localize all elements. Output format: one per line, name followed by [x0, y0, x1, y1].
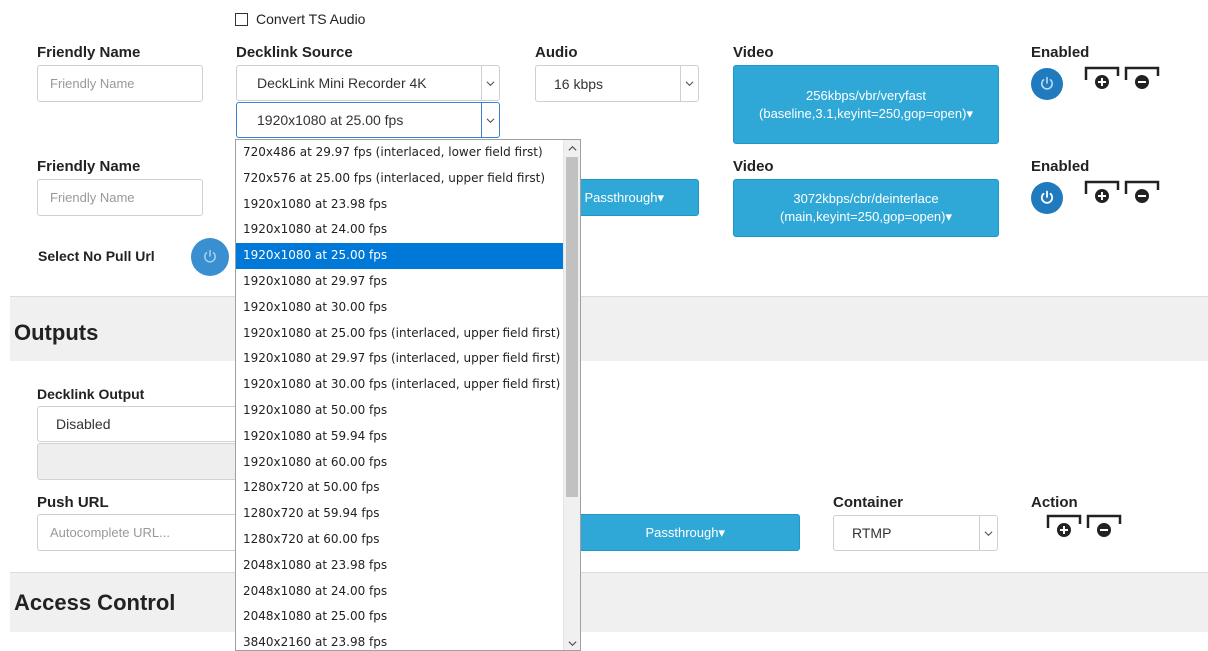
row-actions-1 [1084, 66, 1160, 90]
friendly-name-input-2[interactable]: Friendly Name [37, 179, 203, 216]
format-option[interactable]: 1920x1080 at 29.97 fps (interlaced, uppe… [236, 346, 563, 372]
select-no-pull-url-toggle[interactable] [191, 238, 229, 276]
decklink-output-select[interactable]: Disabled [37, 406, 247, 442]
add-row-icon[interactable] [1084, 66, 1120, 90]
chevron-down-icon [680, 66, 698, 101]
push-url-label: Push URL [37, 494, 109, 511]
power-icon [1040, 190, 1054, 204]
container-label: Container [833, 494, 904, 511]
add-row-icon[interactable] [1084, 180, 1120, 204]
scroll-down-icon[interactable] [568, 639, 577, 648]
chevron-down-icon [481, 66, 499, 100]
decklink-source-value: DeckLink Mini Recorder 4K [257, 75, 427, 91]
format-option[interactable]: 1920x1080 at 23.98 fps [236, 192, 563, 218]
enabled-label-1: Enabled [1031, 44, 1090, 61]
add-output-icon[interactable] [1046, 514, 1082, 538]
format-option[interactable]: 1920x1080 at 50.00 fps [236, 398, 563, 424]
enabled-toggle-1[interactable] [1031, 68, 1063, 100]
scrollbar-thumb[interactable] [566, 157, 578, 497]
format-option[interactable]: 1920x1080 at 59.94 fps [236, 424, 563, 450]
remove-output-icon[interactable] [1086, 514, 1122, 538]
audio-passthrough-label-2: Passthrough▾ [584, 189, 664, 205]
enabled-label-2: Enabled [1031, 158, 1090, 175]
format-option[interactable]: 1280x720 at 50.00 fps [236, 475, 563, 501]
video-label-1: Video [733, 44, 774, 61]
format-option[interactable]: 2048x1080 at 25.00 fps [236, 604, 563, 630]
video-profile-button-2[interactable]: 3072kbps/cbr/deinterlace (main,keyint=25… [733, 179, 999, 237]
convert-ts-audio[interactable]: Convert TS Audio [235, 11, 365, 27]
power-icon [204, 249, 216, 263]
friendly-name-placeholder-1: Friendly Name [50, 76, 135, 91]
format-option[interactable]: 3840x2160 at 23.98 fps [236, 630, 563, 650]
scroll-up-icon[interactable] [568, 144, 577, 153]
convert-ts-audio-label: Convert TS Audio [256, 11, 366, 27]
push-url-input[interactable]: Autocomplete URL... [37, 514, 247, 551]
friendly-name-input-1[interactable]: Friendly Name [37, 65, 203, 102]
chevron-down-icon [979, 516, 997, 550]
format-options: 720x486 at 29.97 fps (interlaced, lower … [236, 140, 563, 650]
decklink-output-label: Decklink Output [37, 386, 145, 402]
audio-select[interactable]: 16 kbps [535, 65, 699, 102]
video-profile-button-1[interactable]: 256kbps/vbr/veryfast (baseline,3.1,keyin… [733, 65, 999, 144]
friendly-name-placeholder-2: Friendly Name [50, 190, 135, 205]
format-option[interactable]: 1920x1080 at 60.00 fps [236, 450, 563, 476]
row-actions-2 [1084, 180, 1160, 204]
format-option[interactable]: 1920x1080 at 29.97 fps [236, 269, 563, 295]
format-option[interactable]: 2048x1080 at 23.98 fps [236, 553, 563, 579]
push-url-placeholder: Autocomplete URL... [50, 525, 170, 540]
decklink-source-select[interactable]: DeckLink Mini Recorder 4K [236, 65, 500, 101]
audio-label: Audio [535, 44, 578, 61]
decklink-output-value: Disabled [56, 416, 111, 432]
decklink-source-label: Decklink Source [236, 44, 353, 61]
container-select[interactable]: RTMP [833, 515, 998, 551]
chevron-down-icon [481, 103, 499, 137]
format-select[interactable]: 1920x1080 at 25.00 fps [236, 102, 500, 138]
friendly-name-label-2: Friendly Name [37, 158, 141, 175]
format-option[interactable]: 720x486 at 29.97 fps (interlaced, lower … [236, 140, 563, 166]
convert-ts-audio-checkbox[interactable] [235, 12, 248, 26]
format-option[interactable]: 1920x1080 at 30.00 fps [236, 295, 563, 321]
format-value: 1920x1080 at 25.00 fps [257, 112, 404, 128]
access-control-header [10, 572, 1208, 632]
format-option[interactable]: 1920x1080 at 25.00 fps (interlaced, uppe… [236, 321, 563, 347]
output-actions [1046, 514, 1122, 538]
friendly-name-label-1: Friendly Name [37, 44, 141, 61]
select-no-pull-url-label: Select No Pull Url [38, 248, 155, 264]
output-video-passthrough-label: Passthrough▾ [645, 524, 725, 540]
audio-value: 16 kbps [554, 75, 604, 92]
power-icon [1041, 76, 1053, 90]
action-label: Action [1031, 494, 1078, 511]
format-option[interactable]: 1920x1080 at 25.00 fps [236, 243, 563, 269]
format-option[interactable]: 1280x720 at 60.00 fps [236, 527, 563, 553]
format-option[interactable]: 1920x1080 at 24.00 fps [236, 217, 563, 243]
video-label-2: Video [733, 158, 774, 175]
access-control-title: Access Control [14, 590, 176, 615]
format-option[interactable]: 720x576 at 25.00 fps (interlaced, upper … [236, 166, 563, 192]
remove-row-icon[interactable] [1124, 66, 1160, 90]
format-option[interactable]: 1920x1080 at 30.00 fps (interlaced, uppe… [236, 372, 563, 398]
outputs-title: Outputs [14, 320, 99, 345]
format-option[interactable]: 1280x720 at 59.94 fps [236, 501, 563, 527]
container-value: RTMP [852, 525, 892, 541]
format-dropdown-list[interactable]: 720x486 at 29.97 fps (interlaced, lower … [235, 139, 581, 651]
format-option[interactable]: 2048x1080 at 24.00 fps [236, 579, 563, 605]
enabled-toggle-2[interactable] [1031, 182, 1063, 214]
remove-row-icon[interactable] [1124, 180, 1160, 204]
decklink-output-extra[interactable] [37, 443, 247, 480]
outputs-header [10, 296, 1208, 361]
dropdown-scrollbar[interactable] [563, 140, 580, 650]
